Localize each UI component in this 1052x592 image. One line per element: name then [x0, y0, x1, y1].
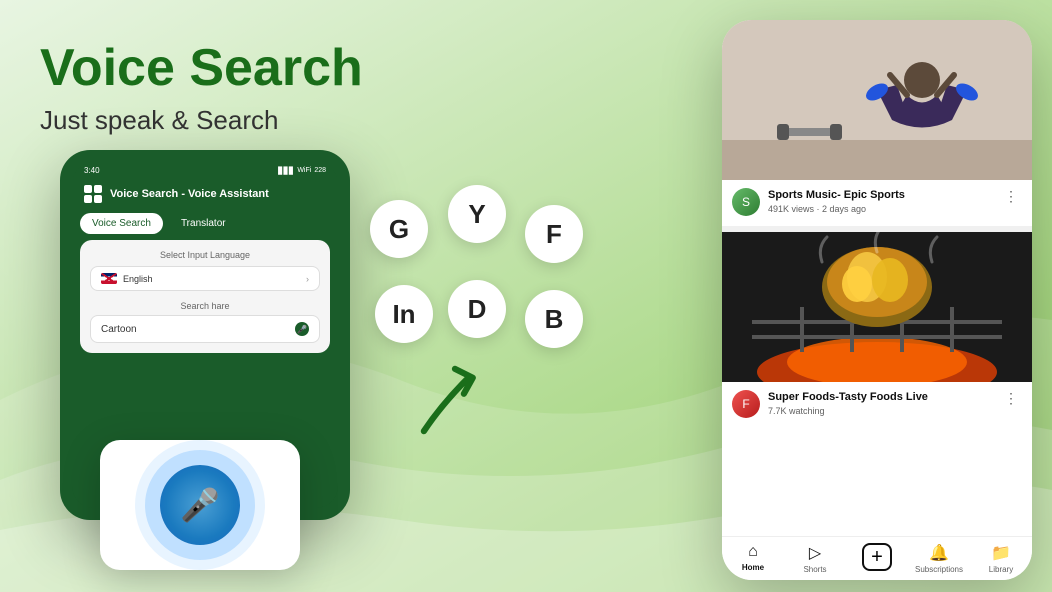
letter-In: In: [375, 285, 433, 343]
more-options-icon-2[interactable]: ⋮: [1000, 390, 1022, 407]
video-info-2: F Super Foods-Tasty Foods Live 7.7K watc…: [722, 382, 1032, 426]
video-card-1: S Sports Music- Epic Sports 491K views ·…: [722, 20, 1032, 224]
letter-D: D: [448, 280, 506, 338]
search-text: Cartoon: [101, 324, 137, 335]
wifi-icon: WiFi: [297, 167, 311, 174]
tab-voice-search[interactable]: Voice Search: [80, 213, 163, 234]
nav-subscriptions[interactable]: 🔔 Subscriptions: [908, 543, 970, 574]
app-header: Voice Search - Voice Assistant: [72, 179, 338, 209]
subtitle: Just speak & Search: [40, 105, 420, 136]
youtube-phone: S Sports Music- Epic Sports 491K views ·…: [722, 20, 1032, 580]
app-title-label: Voice Search - Voice Assistant: [110, 188, 269, 200]
video-meta-1: 491K views · 2 days ago: [768, 204, 992, 214]
language-selector[interactable]: English ›: [90, 266, 320, 291]
search-input-row[interactable]: Cartoon 🎤: [90, 315, 320, 343]
letter-G: G: [370, 200, 428, 258]
more-options-icon-1[interactable]: ⋮: [1000, 188, 1022, 205]
channel-avatar-1: S: [732, 188, 760, 216]
search-label: Search hare: [90, 301, 320, 311]
hero-section: Voice Search Just speak & Search: [40, 40, 420, 166]
language-text: English: [123, 274, 306, 284]
shorts-label: Shorts: [803, 565, 826, 574]
home-label: Home: [742, 563, 764, 572]
mic-small-icon[interactable]: 🎤: [295, 322, 309, 336]
nav-create[interactable]: +: [846, 543, 908, 574]
video-info-1: S Sports Music- Epic Sports 491K views ·…: [722, 180, 1032, 224]
nav-home[interactable]: ⌂ Home: [722, 543, 784, 574]
youtube-content: S Sports Music- Epic Sports 491K views ·…: [722, 20, 1032, 580]
microphone-icon: 🎤: [180, 486, 220, 524]
select-language-label: Select Input Language: [90, 250, 320, 260]
sports-thumbnail: [722, 20, 1032, 180]
phone-tabs: Voice Search Translator: [80, 213, 330, 234]
flag-icon: [101, 273, 117, 284]
app-grid-icon: [84, 185, 102, 203]
video-title-2: Super Foods-Tasty Foods Live: [768, 390, 992, 404]
nav-shorts[interactable]: ▷ Shorts: [784, 543, 846, 574]
chevron-right-icon: ›: [306, 274, 309, 284]
signal-icon: ▊▊▊: [278, 167, 294, 175]
battery-icon: 228: [314, 167, 326, 174]
video-meta-2: 7.7K watching: [768, 406, 992, 416]
video-details-1: Sports Music- Epic Sports 491K views · 2…: [768, 188, 992, 214]
mic-card: 🎤: [100, 440, 300, 570]
letter-Y: Y: [448, 185, 506, 243]
youtube-nav-bar: ⌂ Home ▷ Shorts + 🔔 Subscriptions 📁 Libr…: [722, 536, 1032, 580]
shorts-icon: ▷: [809, 543, 821, 563]
tab-translator[interactable]: Translator: [169, 213, 238, 234]
mic-button[interactable]: 🎤: [160, 465, 240, 545]
video-title-1: Sports Music- Epic Sports: [768, 188, 992, 202]
status-bar: 3:40 ▊▊▊ WiFi 228: [72, 162, 338, 179]
letter-F: F: [525, 205, 583, 263]
subscriptions-icon: 🔔: [929, 543, 949, 563]
letter-B: B: [525, 290, 583, 348]
library-icon: 📁: [991, 543, 1011, 563]
subscriptions-label: Subscriptions: [915, 565, 963, 574]
video-card-2: F Super Foods-Tasty Foods Live 7.7K watc…: [722, 232, 1032, 426]
channel-avatar-2: F: [732, 390, 760, 418]
arrow-icon: [415, 360, 495, 440]
status-time: 3:40: [84, 166, 100, 175]
video-details-2: Super Foods-Tasty Foods Live 7.7K watchi…: [768, 390, 992, 416]
create-button[interactable]: +: [862, 543, 892, 571]
library-label: Library: [989, 565, 1013, 574]
main-title: Voice Search: [40, 40, 420, 97]
home-icon: ⌂: [748, 543, 758, 561]
phone-content: Select Input Language English › Search h…: [80, 240, 330, 353]
food-thumbnail: [722, 232, 1032, 382]
nav-library[interactable]: 📁 Library: [970, 543, 1032, 574]
